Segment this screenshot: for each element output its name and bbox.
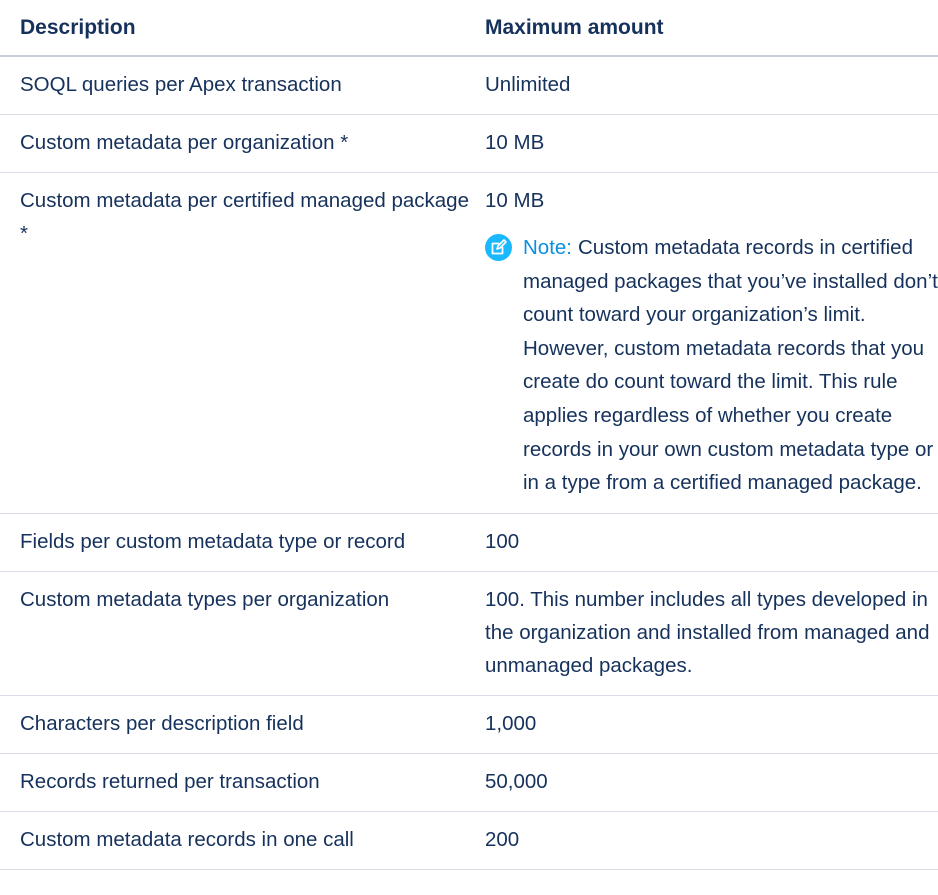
row-maximum: 1,000 xyxy=(485,711,537,735)
row-maximum-with-note: 10 MB Note: Custom metadata records in ce… xyxy=(485,173,938,513)
row-maximum: 100. This number includes all types deve… xyxy=(485,587,930,677)
row-description: Characters per description field xyxy=(20,711,304,735)
row-maximum: 100 xyxy=(485,529,520,553)
row-maximum: 50,000 xyxy=(485,769,548,793)
note-body: Note: Custom metadata records in certifie… xyxy=(523,231,938,500)
table-row: Records returned per transaction 50,000 xyxy=(0,754,938,812)
table-row: Fields per custom metadata type or recor… xyxy=(0,514,938,572)
row-maximum: Unlimited xyxy=(485,73,571,96)
table-row: Characters per description field 1,000 xyxy=(0,696,938,754)
edit-note-icon xyxy=(485,234,512,261)
note-callout: Note: Custom metadata records in certifie… xyxy=(485,231,938,500)
row-description: Custom metadata per organization * xyxy=(20,131,349,154)
row-description: Custom metadata records in one call xyxy=(20,827,354,851)
note-text: Custom metadata records in certified man… xyxy=(523,236,938,495)
row-maximum: 10 MB xyxy=(485,131,545,154)
table-row: Custom metadata per organization * 10 MB xyxy=(0,115,938,173)
row-description: Records returned per transaction xyxy=(20,769,320,793)
table-header-row: Description Maximum amount xyxy=(0,0,938,57)
row-description: Custom metadata per certified managed pa… xyxy=(20,189,469,245)
note-label: Note: xyxy=(523,236,572,259)
row-description: Custom metadata types per organization xyxy=(20,587,390,611)
table-row: Custom metadata per certified managed pa… xyxy=(0,173,938,514)
header-maximum-amount: Maximum amount xyxy=(485,16,664,39)
table-row: SOQL queries per Apex transaction Unlimi… xyxy=(0,57,938,115)
table-row: Custom metadata types per organization 1… xyxy=(0,572,938,696)
row-description: SOQL queries per Apex transaction xyxy=(20,73,342,96)
row-description: Fields per custom metadata type or recor… xyxy=(20,529,406,553)
row-maximum: 10 MB xyxy=(485,189,545,212)
row-maximum: 200 xyxy=(485,827,520,851)
header-description: Description xyxy=(20,16,136,39)
table-row: Custom metadata records in one call 200 xyxy=(0,812,938,870)
limits-table: Description Maximum amount SOQL queries … xyxy=(0,0,938,870)
